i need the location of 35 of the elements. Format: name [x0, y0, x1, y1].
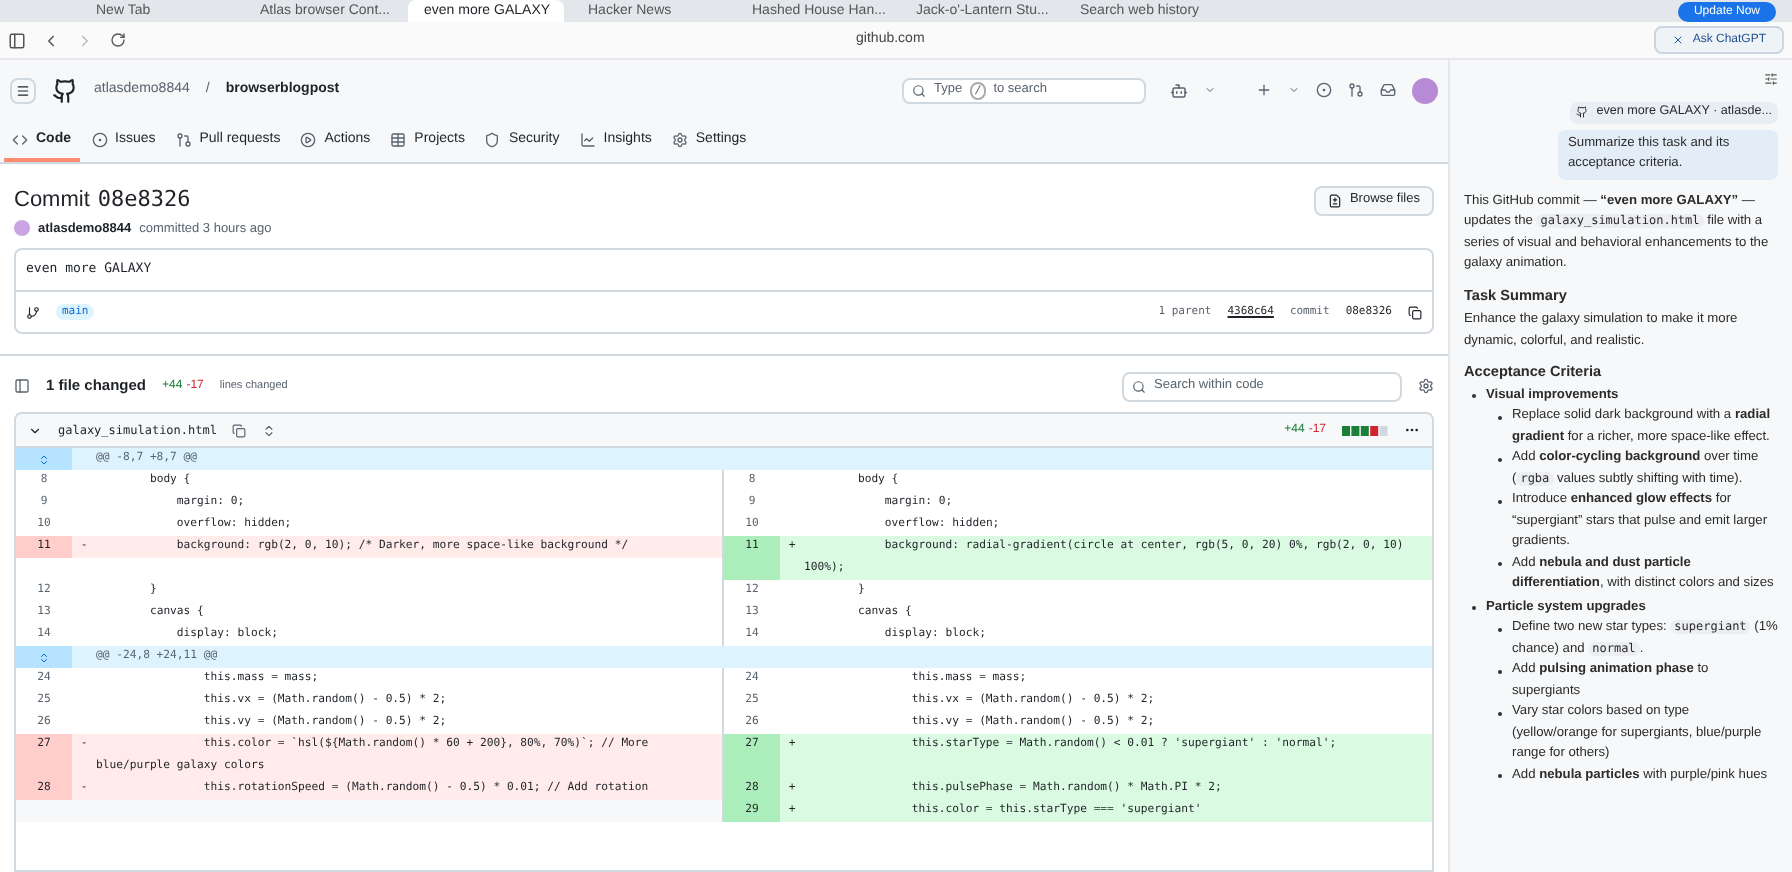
table-icon — [390, 132, 407, 148]
filter-icon[interactable] — [1764, 72, 1778, 86]
file-tree-toggle-icon[interactable] — [14, 378, 30, 394]
close-icon[interactable] — [1672, 34, 1685, 46]
issues-icon — [91, 132, 107, 148]
sidebar-toggle-icon[interactable] — [8, 31, 26, 49]
settings-icon — [671, 132, 688, 148]
commit-sha: 08e8326 — [97, 184, 191, 216]
menu-icon — [16, 83, 30, 97]
collapse-icon[interactable] — [28, 423, 42, 437]
search-icon — [1132, 379, 1146, 393]
plus-icon[interactable] — [1256, 82, 1272, 98]
reload-icon[interactable] — [110, 32, 126, 48]
avatar-icon — [14, 220, 30, 237]
expand-icon[interactable] — [262, 423, 277, 437]
code-icon — [12, 132, 28, 148]
back-icon[interactable] — [42, 31, 60, 49]
diffstat-drawing — [1342, 425, 1388, 435]
menu-button[interactable] — [10, 77, 36, 103]
octocat-logo-icon[interactable] — [52, 77, 78, 103]
issues-icon[interactable] — [1316, 82, 1332, 98]
shield-icon — [484, 132, 501, 148]
inbox-icon[interactable] — [1380, 82, 1396, 98]
search-icon — [912, 83, 926, 97]
settings-icon[interactable] — [1418, 378, 1434, 394]
avatar-icon[interactable] — [1412, 77, 1438, 103]
octocat-logo-icon — [1576, 106, 1589, 119]
branch-icon — [26, 305, 40, 319]
pull-request-icon[interactable] — [1348, 82, 1364, 98]
play-icon — [300, 132, 317, 148]
copy-icon[interactable] — [1408, 305, 1422, 319]
commit-title: Commit — [14, 186, 90, 216]
file-icon — [1327, 193, 1342, 208]
pull-request-icon — [175, 132, 192, 148]
graph-icon — [579, 132, 596, 148]
